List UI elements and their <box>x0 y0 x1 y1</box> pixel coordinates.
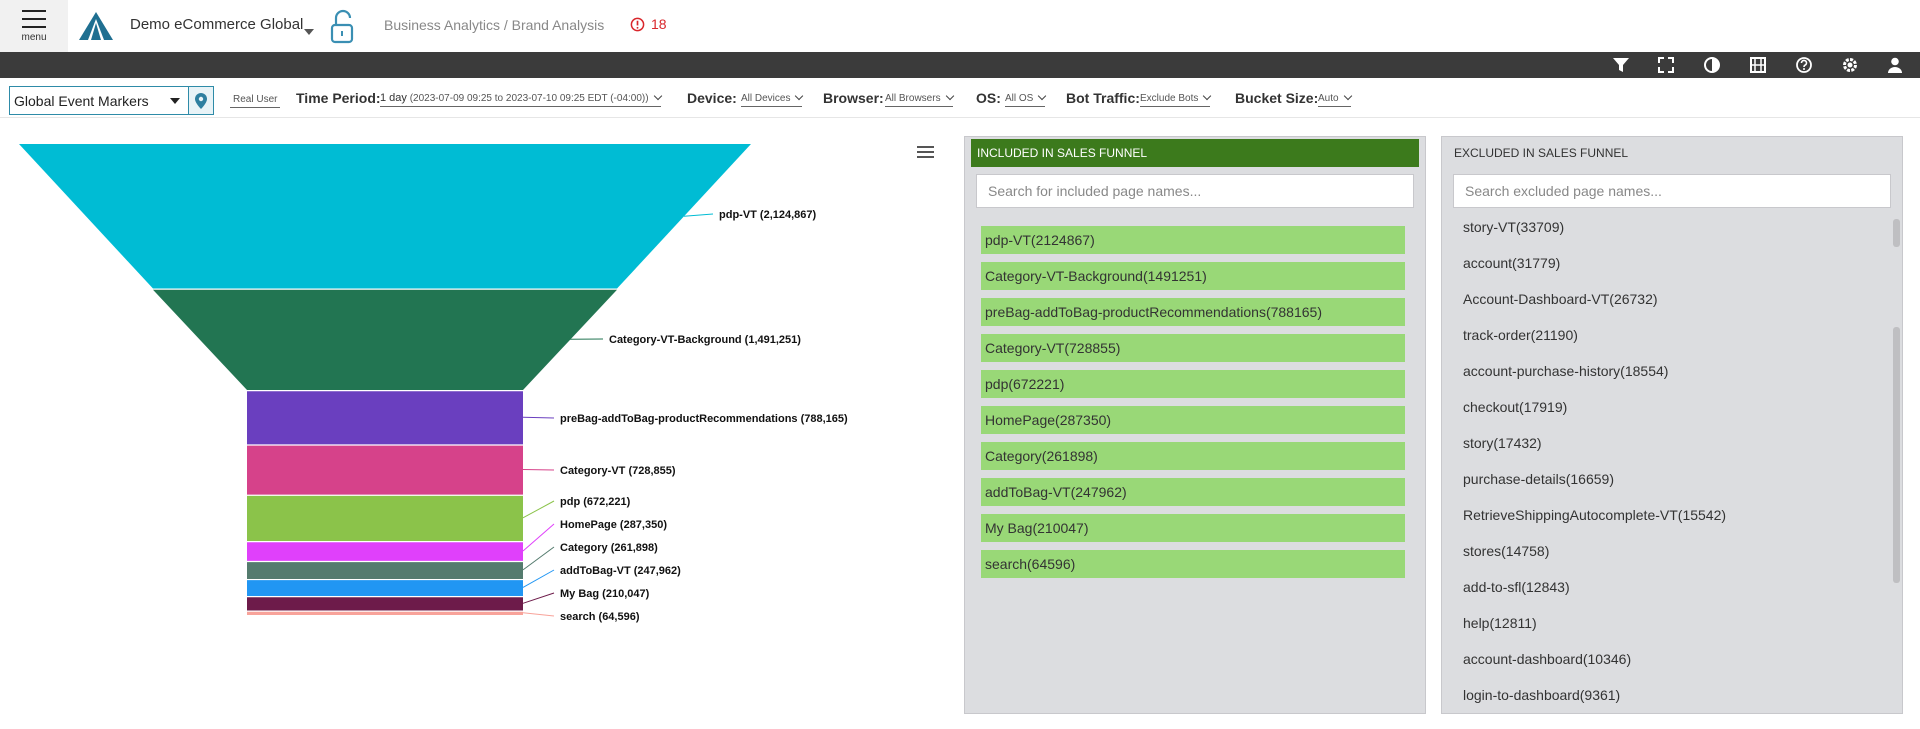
excluded-list-item[interactable]: RetrieveShippingAutocomplete-VT(15542) <box>1442 497 1888 533</box>
included-list-item[interactable]: HomePage(287350) <box>981 406 1405 434</box>
included-list-item[interactable]: Category(261898) <box>981 442 1405 470</box>
funnel-stage-label: search (64,596) <box>560 611 640 623</box>
funnel-stage-homepage[interactable] <box>247 542 523 561</box>
excluded-list-item[interactable]: purchase-details(16659) <box>1442 461 1888 497</box>
funnel-stage-category[interactable] <box>247 562 523 579</box>
funnel-connector-line <box>522 416 555 419</box>
included-list-item[interactable]: My Bag(210047) <box>981 514 1405 542</box>
scrollbar-thumb[interactable] <box>1893 327 1900 583</box>
contrast-icon[interactable] <box>1703 56 1721 74</box>
included-list-item[interactable]: preBag-addToBag-productRecommendations(7… <box>981 298 1405 326</box>
funnel-stage-category-vt[interactable] <box>247 445 523 495</box>
included-list: pdp-VT(2124867) Category-VT-Background(14… <box>981 226 1405 586</box>
bucket-size-select[interactable]: Auto <box>1318 91 1352 107</box>
excluded-panel: EXCLUDED IN SALES FUNNEL story-VT(33709)… <box>1441 136 1903 714</box>
included-list-item[interactable]: Category-VT(728855) <box>981 334 1405 362</box>
included-panel: INCLUDED IN SALES FUNNEL pdp-VT(2124867)… <box>964 136 1426 714</box>
funnel-stage-label: pdp (672,221) <box>560 496 631 508</box>
scrollbar-arrow-thumb[interactable] <box>1893 219 1900 247</box>
funnel-connector-line <box>522 546 555 571</box>
included-list-item[interactable]: pdp(672221) <box>981 370 1405 398</box>
bot-traffic-label: Bot Traffic: <box>1066 90 1140 106</box>
excluded-list-item[interactable]: story(17432) <box>1442 425 1888 461</box>
filter-icon[interactable] <box>1612 56 1630 74</box>
excluded-panel-title: EXCLUDED IN SALES FUNNEL <box>1454 146 1629 160</box>
excluded-list-item[interactable]: checkout(17919) <box>1442 389 1888 425</box>
included-list-item[interactable]: addToBag-VT(247962) <box>981 478 1405 506</box>
film-icon[interactable] <box>1749 56 1767 74</box>
funnel-stage-label: Category (261,898) <box>560 542 658 554</box>
funnel-chart-area: pdp-VT (2,124,867) Category-VT-Background… <box>0 0 960 623</box>
funnel-stage-pdp[interactable] <box>247 495 523 542</box>
included-list-item[interactable]: pdp-VT(2124867) <box>981 226 1405 254</box>
excluded-list-item[interactable]: account-purchase-history(18554) <box>1442 353 1888 389</box>
excluded-list: story-VT(33709) account(31779) Account-Das… <box>1442 209 1888 713</box>
excluded-list-item[interactable]: login-to-dashboard(9361) <box>1442 677 1888 713</box>
chevron-down-icon <box>1038 91 1047 101</box>
chevron-down-icon <box>1343 91 1352 101</box>
included-list-item[interactable]: search(64596) <box>981 550 1405 578</box>
os-select[interactable]: All OS <box>1005 91 1047 107</box>
funnel-connector-line <box>522 569 555 588</box>
bot-traffic-value: Exclude Bots <box>1140 93 1199 104</box>
excluded-list-item[interactable]: Account-Dashboard-VT(26732) <box>1442 281 1888 317</box>
fullscreen-icon[interactable] <box>1657 56 1675 74</box>
funnel-stage-pdp-vt[interactable] <box>19 144 751 289</box>
chart-menu-icon[interactable] <box>917 146 934 161</box>
funnel-stage-label: addToBag-VT (247,962) <box>560 565 681 577</box>
included-search-input[interactable] <box>976 174 1414 208</box>
excluded-search-input[interactable] <box>1453 174 1891 208</box>
help-icon[interactable] <box>1795 56 1813 74</box>
funnel-stage-label: Category-VT (728,855) <box>560 465 676 477</box>
funnel-connector-line <box>522 592 555 604</box>
funnel-connector-line <box>683 213 714 217</box>
funnel-stage-category-vt-background[interactable] <box>152 289 618 390</box>
funnel-stage-label: pdp-VT (2,124,867) <box>719 209 817 221</box>
excluded-list-item[interactable]: account(31779) <box>1442 245 1888 281</box>
funnel-stage-search[interactable] <box>247 611 523 615</box>
funnel-connector-line <box>522 500 555 519</box>
excluded-scrollbar[interactable] <box>1887 207 1901 713</box>
funnel-connector-line <box>522 523 555 552</box>
bot-traffic-select[interactable]: Exclude Bots <box>1140 91 1212 107</box>
os-label: OS: <box>976 90 1001 106</box>
included-list-item[interactable]: Category-VT-Background(1491251) <box>981 262 1405 290</box>
chevron-down-icon <box>1203 91 1212 101</box>
bucket-size-value: Auto <box>1318 93 1339 104</box>
funnel-stage-my-bag[interactable] <box>247 597 523 611</box>
excluded-list-item[interactable]: account-dashboard(10346) <box>1442 641 1888 677</box>
excluded-list-item[interactable]: help(12811) <box>1442 605 1888 641</box>
user-icon[interactable] <box>1886 56 1904 74</box>
excluded-list-item[interactable]: track-order(21190) <box>1442 317 1888 353</box>
included-panel-title: INCLUDED IN SALES FUNNEL <box>971 139 1419 167</box>
settings-icon[interactable] <box>1841 56 1859 74</box>
excluded-list-item[interactable]: add-to-sfl(12843) <box>1442 569 1888 605</box>
funnel-stage-label: My Bag (210,047) <box>560 588 650 600</box>
funnel-connector-line <box>522 612 555 617</box>
funnel-stage-addtobag-vt[interactable] <box>247 580 523 597</box>
bucket-size-label: Bucket Size: <box>1235 90 1319 106</box>
sales-funnel-chart: pdp-VT (2,124,867) Category-VT-Background… <box>19 144 848 623</box>
os-value: All OS <box>1005 93 1034 104</box>
funnel-stage-prebag-addtobag-productrecommendations[interactable] <box>247 391 523 445</box>
funnel-stage-label: preBag-addToBag-productRecommendations (… <box>560 413 848 425</box>
funnel-stage-label: HomePage (287,350) <box>560 519 667 531</box>
funnel-stage-label: Category-VT-Background (1,491,251) <box>609 334 801 346</box>
excluded-list-item[interactable]: stores(14758) <box>1442 533 1888 569</box>
excluded-list-item[interactable]: story-VT(33709) <box>1442 209 1888 245</box>
